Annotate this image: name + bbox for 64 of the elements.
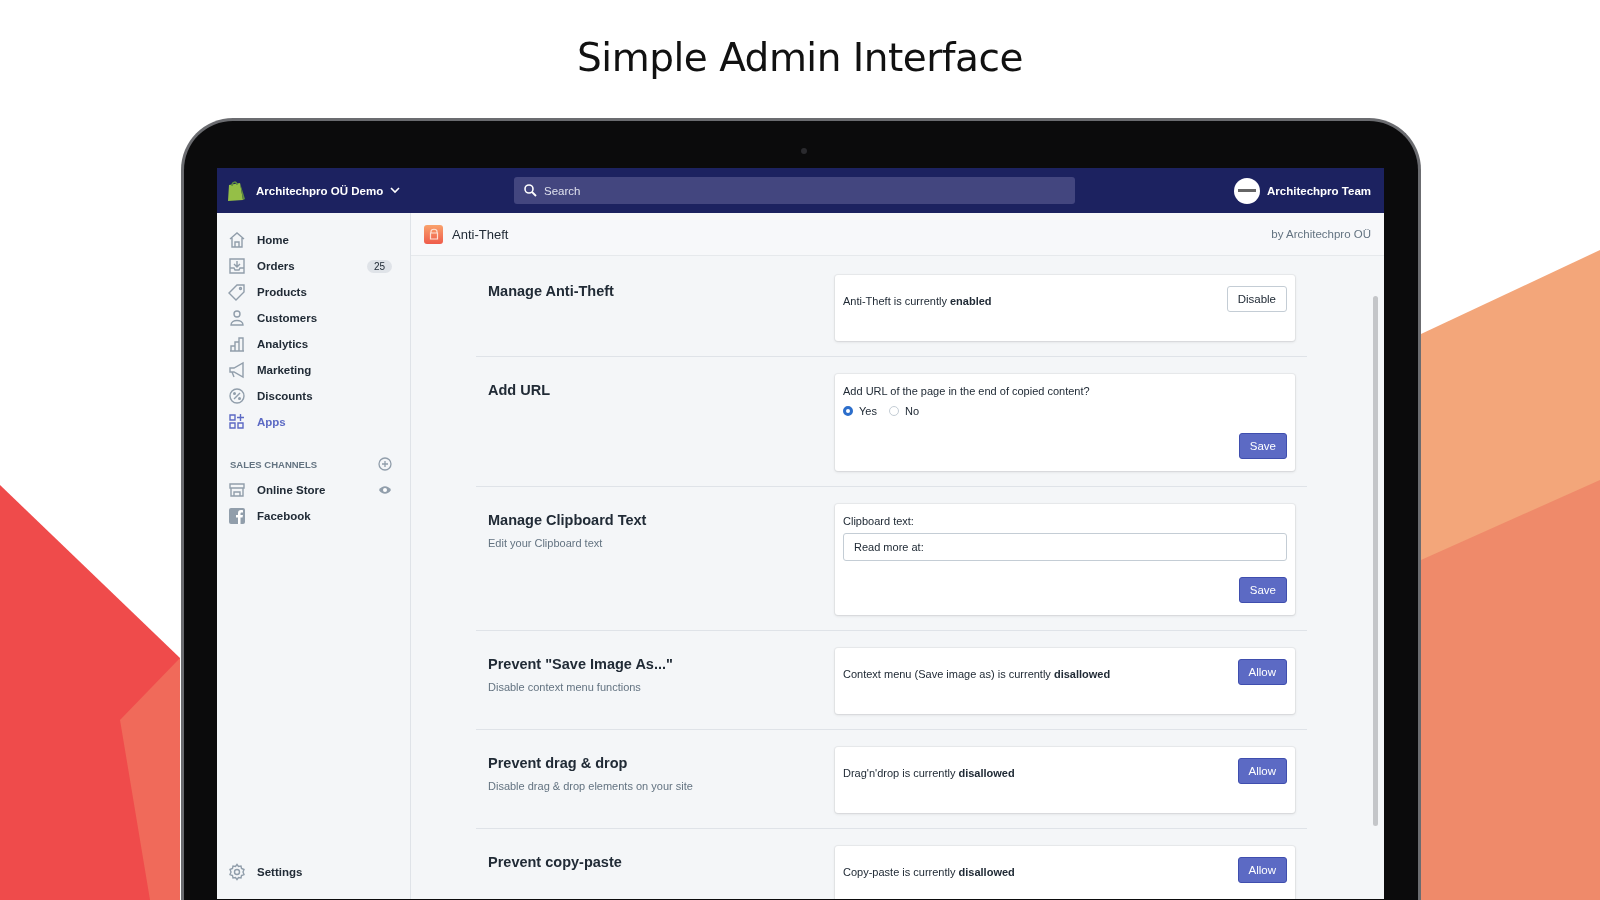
settings-icon [228, 863, 246, 881]
radio-button[interactable] [843, 406, 853, 416]
section-title: Prevent copy-paste [488, 854, 623, 870]
nav-item[interactable]: Products [228, 279, 392, 305]
primary-button[interactable]: Allow [1237, 758, 1287, 784]
account-name[interactable]: Architechpro Team [1267, 184, 1371, 197]
primary-button[interactable]: Allow [1237, 857, 1287, 883]
question-text: Add URL of the page in the end of copied content? [843, 385, 1091, 397]
nav-item[interactable]: Orders 25 [228, 253, 392, 279]
lock-icon [424, 224, 443, 244]
section-description: Disable drag & drop elements on your site [488, 780, 694, 792]
input-field[interactable]: Read more at: [843, 533, 1287, 561]
nav-item[interactable]: Home [228, 227, 392, 253]
nav-item[interactable]: Facebook [228, 503, 392, 529]
section-heading: SALES CHANNELS [230, 458, 318, 470]
vendor-text: by Architechpro OÜ [1271, 228, 1371, 240]
section-title: Prevent drag & drop [488, 755, 629, 771]
radio-label[interactable]: No [904, 405, 919, 417]
tag-icon [228, 283, 246, 301]
facebook-icon [228, 507, 246, 525]
section-title: Prevent "Save Image As..." [488, 656, 674, 672]
scrollbar[interactable] [1373, 296, 1378, 826]
grid-plus-icon [228, 413, 246, 431]
inbox-icon [228, 257, 246, 275]
nav-item[interactable]: Online Store [228, 477, 392, 503]
primary-button[interactable]: Save [1238, 433, 1287, 459]
search-field[interactable]: Search [514, 177, 1075, 204]
search-icon [524, 184, 537, 197]
person-icon [228, 309, 246, 327]
chevron-down-icon [390, 187, 401, 194]
app-title: Anti-Theft [452, 226, 509, 242]
status-text: Drag'n'drop is currently disallowed [843, 766, 1015, 779]
bag-logo-icon [226, 179, 246, 202]
add-icon[interactable] [378, 457, 392, 471]
section-description: Edit your Clipboard text [488, 537, 604, 549]
store-menu-button[interactable]: Architechpro OÜ Demo [256, 184, 401, 197]
nav-item[interactable]: Discounts [228, 383, 392, 409]
storefront-icon [228, 481, 246, 499]
percent-badge-icon [228, 387, 246, 405]
avatar-icon[interactable] [1234, 177, 1261, 204]
status-text: Context menu (Save image as) is currently disallowed [843, 667, 1111, 680]
field-label: Clipboard text: [843, 515, 915, 527]
eye-icon[interactable] [378, 485, 392, 495]
section-title: Manage Anti-Theft [488, 283, 615, 299]
section-description: Disable context menu functions [488, 681, 642, 693]
bar-chart-icon [228, 335, 246, 353]
primary-button[interactable]: Save [1238, 577, 1287, 603]
page-heading: Simple Admin Interface [577, 34, 1023, 82]
status-text: Anti-Theft is currently enabled [843, 294, 992, 307]
section-title: Add URL [488, 382, 551, 398]
nav-item[interactable]: Customers [228, 305, 392, 331]
megaphone-icon [228, 361, 246, 379]
settings-item[interactable]: Settings [228, 859, 392, 885]
nav-item[interactable]: Marketing [228, 357, 392, 383]
camera-icon [801, 148, 807, 154]
primary-button[interactable]: Allow [1237, 659, 1287, 685]
nav-item[interactable]: Analytics [228, 331, 392, 357]
radio-label[interactable]: Yes [859, 405, 877, 417]
secondary-button[interactable]: Disable [1226, 286, 1287, 312]
count-badge: 25 [366, 259, 392, 273]
nav-item[interactable]: Apps [228, 409, 392, 435]
status-text: Copy-paste is currently disallowed [843, 865, 1015, 878]
section-title: Manage Clipboard Text [488, 512, 648, 528]
home-icon [228, 231, 246, 249]
